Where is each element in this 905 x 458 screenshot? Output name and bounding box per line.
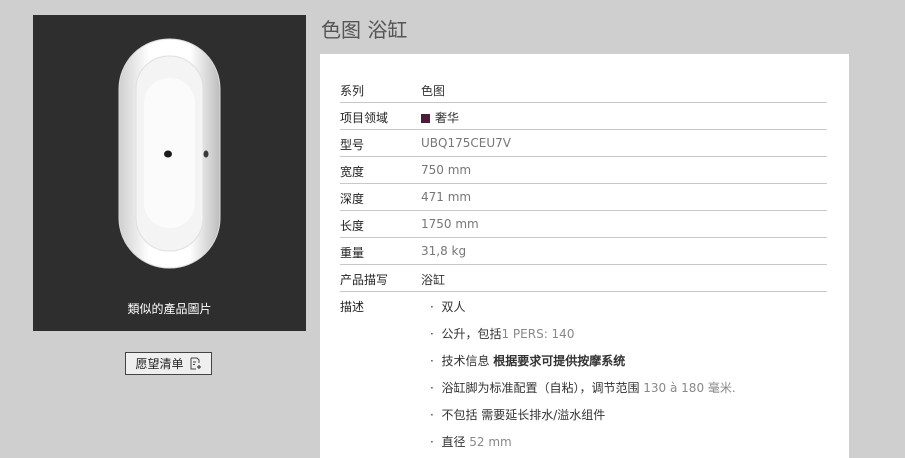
spec-row: 产品描写 浴缸 xyxy=(340,264,827,292)
spec-row: 深度 471 mm xyxy=(340,183,827,211)
spec-key: 系列 xyxy=(340,84,365,98)
wishlist-button-label: 愿望清单 xyxy=(135,357,184,371)
spec-value: 奢华 xyxy=(435,111,460,125)
spec-key: 深度 xyxy=(340,192,365,206)
spec-value: 31,8 kg xyxy=(421,244,467,258)
add-to-list-icon xyxy=(190,357,201,370)
spec-value: 浴缸 xyxy=(421,273,446,287)
description-bullet: · 技术信息 根据要求可提供按摩系统 xyxy=(430,354,626,368)
bullet-value: 130 à 180 xyxy=(643,381,705,395)
spec-key: 重量 xyxy=(340,246,365,260)
bullet-text: 不包括 需要延长排水/溢水组件 xyxy=(441,408,606,422)
spec-row: 型号 UBQ175CEU7V xyxy=(340,129,827,157)
bullet-text: 直径 xyxy=(441,435,470,449)
spec-card: 系列 色图 项目领域 奢华 型号 UBQ175CEU7V 宽度 750 mm 深… xyxy=(320,54,849,458)
description-bullet: · 公升，包括1 PERS: 140 xyxy=(430,327,575,341)
bullet-text: 浴缸脚为标准配置（自粘），调节范围 xyxy=(441,381,644,395)
spec-row: 系列 色图 xyxy=(340,75,827,103)
description-bullet: · 浴缸脚为标准配置（自粘），调节范围 130 à 180 毫米. xyxy=(430,381,736,395)
spec-row: 长度 1750 mm xyxy=(340,210,827,238)
description-bullet: · 直径 52 mm xyxy=(430,435,512,449)
spec-value: UBQ175CEU7V xyxy=(421,136,511,150)
color-swatch xyxy=(421,114,430,123)
spec-value: 471 mm xyxy=(421,190,472,204)
spec-key: 产品描写 xyxy=(340,273,389,287)
spec-key: 宽度 xyxy=(340,165,365,179)
bullet-text: 公升，包括 xyxy=(441,327,502,341)
spec-value: 1750 mm xyxy=(421,217,479,231)
product-image-panel: 類似的產品圖片 xyxy=(33,15,306,331)
bullet-text: 双人 xyxy=(441,300,466,314)
bullet-value: 52 mm xyxy=(469,435,512,449)
spec-value: 色图 xyxy=(421,84,446,98)
bullet-text: 技术信息 xyxy=(441,354,494,368)
description-bullet: · 双人 xyxy=(430,300,466,314)
page-title: 色图 浴缸 xyxy=(321,18,408,42)
spec-value-category: 奢华 xyxy=(421,109,459,126)
spec-value: 750 mm xyxy=(421,163,472,177)
spec-key: 长度 xyxy=(340,219,365,233)
bullet-unit: 毫米. xyxy=(704,381,736,395)
spec-row: 宽度 750 mm xyxy=(340,156,827,184)
description-bullet: · 不包括 需要延长排水/溢水组件 xyxy=(430,408,606,422)
spec-row: 项目领域 奢华 xyxy=(340,102,827,130)
description-label: 描述 xyxy=(340,300,365,314)
spec-row: 重量 31,8 kg xyxy=(340,237,827,265)
bathtub-image xyxy=(118,38,221,269)
spec-key: 型号 xyxy=(340,138,365,152)
spec-key: 项目领域 xyxy=(340,111,389,125)
wishlist-button[interactable]: 愿望清单 xyxy=(125,352,212,375)
bullet-strong-text: 根据要求可提供按摩系统 xyxy=(493,354,626,368)
bullet-value: 1 PERS: 140 xyxy=(501,327,575,341)
image-caption: 類似的產品圖片 xyxy=(127,302,212,316)
